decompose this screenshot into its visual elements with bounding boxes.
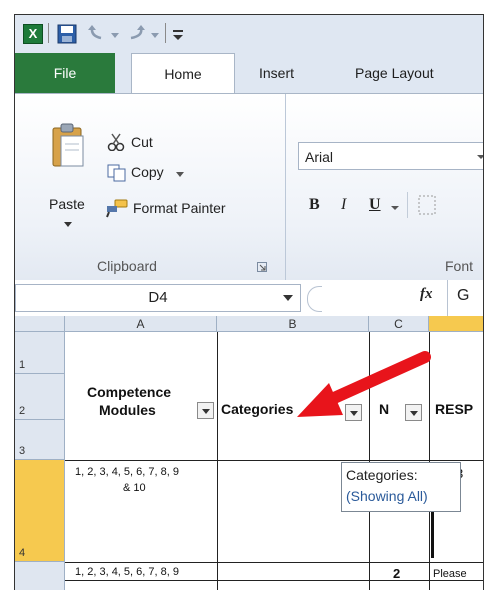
copy-dropdown-icon[interactable]: [175, 170, 185, 178]
tooltip-title: Categories:: [346, 467, 418, 483]
font-group-label: Font: [445, 258, 474, 274]
toolbar-separator: [48, 23, 49, 43]
column-header-c[interactable]: C: [369, 316, 429, 332]
column-header-d[interactable]: [429, 316, 483, 332]
paste-icon[interactable]: [51, 122, 85, 170]
tab-home[interactable]: Home: [131, 53, 235, 93]
cell-a4-line1: 1, 2, 3, 4, 5, 6, 7, 8, 9: [75, 466, 179, 478]
annotation-arrow-icon: [297, 351, 431, 417]
format-painter-icon: [106, 199, 128, 218]
copy-icon: [107, 164, 126, 182]
row-header-3[interactable]: 3: [15, 420, 65, 460]
paste-button[interactable]: Paste: [49, 196, 85, 212]
column-header-a[interactable]: A: [65, 316, 217, 332]
bold-button[interactable]: B: [309, 196, 320, 214]
ribbon-separator: [407, 192, 408, 218]
tab-page-layout[interactable]: Page Layout: [355, 53, 434, 93]
underline-button[interactable]: U: [369, 196, 381, 214]
header-competence-modules-line1: Competence: [87, 384, 172, 400]
format-painter-button[interactable]: Format Painter: [133, 200, 226, 216]
tab-file[interactable]: File: [15, 53, 115, 93]
filter-tooltip: Categories: (Showing All): [341, 462, 461, 512]
toolbar-separator: [165, 23, 166, 43]
font-dropdown-icon[interactable]: [477, 153, 484, 161]
formula-bar: D4 fx G: [15, 280, 483, 317]
name-box-dropdown-icon[interactable]: [283, 294, 293, 302]
cell-c5: 2: [393, 566, 401, 581]
column-header-b[interactable]: B: [217, 316, 369, 332]
row-header-2[interactable]: 2: [15, 374, 65, 420]
borders-icon[interactable]: [417, 194, 437, 216]
excel-icon[interactable]: X: [23, 24, 43, 44]
gridline: [65, 580, 483, 581]
tooltip-status: (Showing All): [346, 488, 428, 504]
cell-a4-line2: & 10: [123, 482, 146, 494]
formula-bar-splitter[interactable]: [307, 286, 322, 312]
quick-access-toolbar: X: [15, 15, 483, 53]
ribbon-tabs: File Home Insert Page Layout: [15, 53, 483, 93]
header-competence-modules-line2: Modules: [99, 402, 156, 418]
formula-divider: [447, 280, 448, 316]
filter-dropdown-a[interactable]: [197, 402, 214, 419]
formula-input[interactable]: G: [457, 287, 469, 305]
paste-dropdown-icon[interactable]: [63, 220, 73, 228]
ribbon-home: Paste Cut Copy Format Painter Clipboard …: [15, 93, 483, 281]
clipboard-group: Paste Cut Copy Format Painter Clipboard: [15, 94, 286, 280]
row-header-1[interactable]: 1: [15, 332, 65, 374]
cell-d5: Please: [433, 568, 467, 580]
save-icon[interactable]: [57, 24, 77, 44]
copy-button[interactable]: Copy: [131, 164, 164, 180]
dialog-launcher-icon[interactable]: [257, 262, 267, 272]
row-header-5[interactable]: [15, 562, 65, 590]
row-header-4[interactable]: 4: [15, 460, 65, 562]
underline-dropdown-icon[interactable]: [391, 204, 399, 212]
redo-icon[interactable]: [127, 24, 161, 44]
undo-icon[interactable]: [87, 24, 121, 44]
excel-window: X File Home Insert Page Layout Paste Cut…: [14, 14, 484, 590]
name-box[interactable]: D4: [15, 284, 301, 312]
font-name-field[interactable]: Arial: [298, 142, 483, 170]
insert-function-button[interactable]: fx: [420, 286, 433, 303]
italic-button[interactable]: I: [341, 196, 346, 214]
cell-a5: 1, 2, 3, 4, 5, 6, 7, 8, 9: [75, 566, 179, 578]
clipboard-group-label: Clipboard: [97, 258, 157, 274]
gridline: [65, 562, 483, 563]
select-all-corner[interactable]: [15, 316, 65, 332]
customize-toolbar-icon[interactable]: [171, 24, 185, 44]
gridline: [65, 460, 483, 461]
tab-insert[interactable]: Insert: [259, 53, 294, 93]
cut-button[interactable]: Cut: [131, 134, 153, 150]
gridline: [217, 332, 218, 590]
cut-icon: [107, 133, 125, 151]
